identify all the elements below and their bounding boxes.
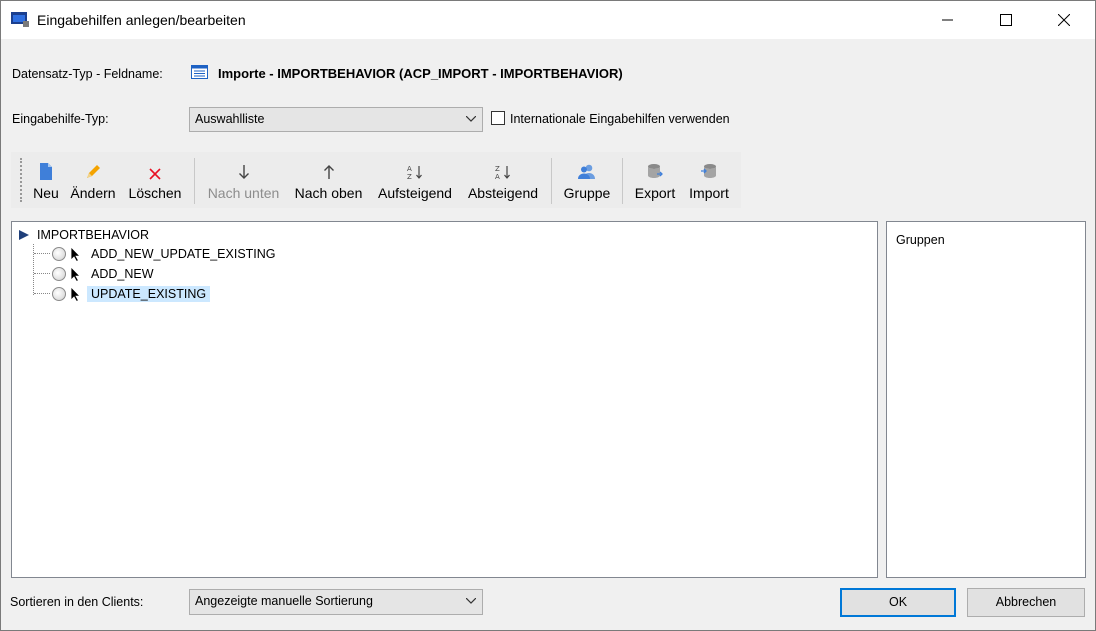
tree-connector-line bbox=[34, 253, 50, 255]
toolbar-separator bbox=[622, 158, 623, 204]
arrow-down-icon bbox=[238, 165, 249, 179]
minimize-button[interactable] bbox=[919, 1, 977, 39]
radio-icon bbox=[52, 287, 66, 301]
cursor-arrow-icon bbox=[70, 266, 81, 282]
tree-item[interactable]: ADD_NEW bbox=[34, 264, 158, 284]
sort-descending-icon: Z A bbox=[495, 165, 510, 180]
sort-descending-button[interactable]: Z A Absteigend bbox=[463, 152, 543, 208]
toolbar-separator bbox=[551, 158, 552, 204]
tree-item[interactable]: ADD_NEW_UPDATE_EXISTING bbox=[34, 244, 280, 264]
groups-panel[interactable]: Gruppen bbox=[886, 221, 1086, 578]
edit-label: Ändern bbox=[70, 185, 116, 201]
group-button[interactable]: Gruppe bbox=[560, 152, 614, 208]
move-up-button[interactable]: Nach oben bbox=[291, 152, 366, 208]
svg-text:A: A bbox=[407, 165, 412, 173]
move-up-label: Nach oben bbox=[294, 185, 363, 201]
toolbar: Neu Ändern Löschen Nach unten Nach oben … bbox=[11, 152, 741, 208]
tree-item-label: ADD_NEW bbox=[91, 267, 154, 281]
sort-ascending-icon: A Z bbox=[407, 165, 422, 180]
cursor-arrow-icon bbox=[70, 286, 81, 302]
delete-label: Löschen bbox=[128, 185, 182, 201]
svg-text:Z: Z bbox=[407, 173, 412, 180]
export-label: Export bbox=[634, 185, 676, 201]
close-icon bbox=[1058, 14, 1070, 26]
toolbar-grip[interactable] bbox=[20, 158, 24, 202]
tree-item[interactable]: UPDATE_EXISTING bbox=[34, 284, 211, 304]
cursor-arrow-icon bbox=[70, 246, 81, 262]
delete-x-icon bbox=[149, 168, 161, 180]
input-help-type-label: Eingabehilfe-Typ: bbox=[12, 112, 109, 126]
new-button[interactable]: Neu bbox=[30, 152, 62, 208]
svg-text:A: A bbox=[495, 173, 500, 180]
close-button[interactable] bbox=[1035, 1, 1093, 39]
table-icon bbox=[191, 65, 208, 79]
delete-button[interactable]: Löschen bbox=[125, 152, 185, 208]
expand-triangle-icon bbox=[19, 230, 29, 240]
sort-ascending-label: Aufsteigend bbox=[378, 185, 452, 201]
export-button[interactable]: Export bbox=[631, 152, 679, 208]
chevron-down-icon bbox=[466, 598, 476, 604]
import-button[interactable]: Import bbox=[683, 152, 735, 208]
group-label: Gruppe bbox=[563, 185, 611, 201]
tree-root-label: IMPORTBEHAVIOR bbox=[37, 228, 150, 242]
input-help-type-select[interactable]: Auswahlliste bbox=[189, 107, 483, 132]
maximize-button[interactable] bbox=[977, 1, 1035, 39]
sort-clients-label: Sortieren in den Clients: bbox=[10, 595, 144, 609]
app-window-icon bbox=[11, 12, 29, 27]
pencil-icon bbox=[87, 165, 100, 178]
ok-button[interactable]: OK bbox=[840, 588, 956, 617]
arrow-up-icon bbox=[323, 165, 334, 179]
new-label: Neu bbox=[33, 185, 59, 201]
dialog-window: Eingabehilfen anlegen/bearbeiten Datensa… bbox=[0, 0, 1096, 631]
title-bar: Eingabehilfen anlegen/bearbeiten bbox=[1, 1, 1095, 39]
groups-label: Gruppen bbox=[896, 233, 945, 247]
sort-clients-select[interactable]: Angezeigte manuelle Sortierung bbox=[189, 589, 483, 615]
chevron-down-icon bbox=[466, 116, 476, 122]
values-tree[interactable]: IMPORTBEHAVIOR ADD_NEW_UPDATE_EXISTING A… bbox=[11, 221, 878, 578]
tree-root-node[interactable]: IMPORTBEHAVIOR bbox=[18, 226, 149, 244]
toolbar-separator bbox=[194, 158, 195, 204]
window-title: Eingabehilfen anlegen/bearbeiten bbox=[37, 12, 246, 28]
tree-connector-line bbox=[34, 293, 50, 295]
group-users-icon bbox=[578, 164, 595, 179]
new-document-icon bbox=[40, 163, 52, 180]
svg-text:Z: Z bbox=[495, 165, 500, 173]
international-checkbox-label[interactable]: Internationale Eingabehilfen verwenden bbox=[510, 112, 730, 126]
sort-clients-value: Angezeigte manuelle Sortierung bbox=[195, 594, 373, 608]
database-import-icon bbox=[701, 164, 716, 178]
sort-descending-label: Absteigend bbox=[467, 185, 539, 201]
move-down-button[interactable]: Nach unten bbox=[203, 152, 284, 208]
cancel-button[interactable]: Abbrechen bbox=[967, 588, 1085, 617]
tree-connector-line bbox=[34, 273, 50, 275]
maximize-icon bbox=[1000, 14, 1012, 26]
database-export-icon bbox=[648, 164, 663, 178]
minimize-icon bbox=[942, 19, 953, 21]
import-label: Import bbox=[689, 185, 729, 201]
tree-item-label-selected: UPDATE_EXISTING bbox=[87, 286, 211, 302]
input-help-type-value: Auswahlliste bbox=[195, 112, 265, 126]
sort-ascending-button[interactable]: A Z Aufsteigend bbox=[373, 152, 457, 208]
record-type-label: Datensatz-Typ - Feldname: bbox=[12, 67, 163, 81]
record-field-value: Importe - IMPORTBEHAVIOR (ACP_IMPORT - I… bbox=[218, 66, 623, 81]
tree-item-label: ADD_NEW_UPDATE_EXISTING bbox=[91, 247, 276, 261]
radio-icon bbox=[52, 247, 66, 261]
radio-icon bbox=[52, 267, 66, 281]
move-down-label: Nach unten bbox=[207, 185, 280, 201]
international-checkbox[interactable] bbox=[491, 111, 505, 125]
edit-button[interactable]: Ändern bbox=[67, 152, 119, 208]
